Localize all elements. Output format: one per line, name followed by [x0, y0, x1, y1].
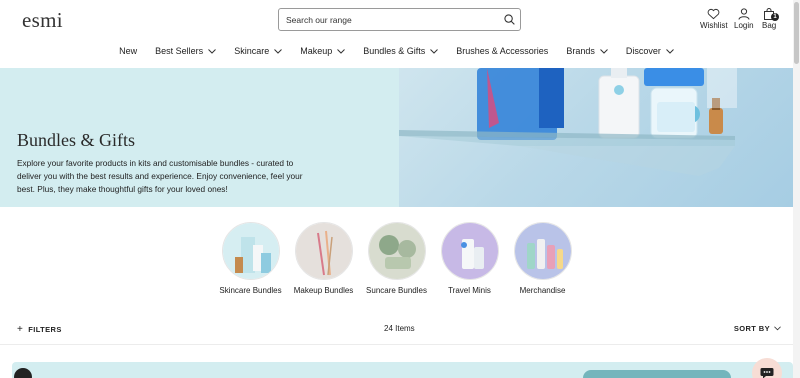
category-skincare-bundles[interactable]: Skincare Bundles: [214, 222, 287, 295]
chevron-down-icon: [274, 48, 283, 54]
bag-label: Bag: [762, 21, 777, 30]
search-input[interactable]: [286, 14, 498, 25]
category-merchandise[interactable]: Merchandise: [506, 222, 579, 295]
nav-label: Discover: [625, 46, 661, 56]
category-image[interactable]: [513, 222, 572, 280]
category-image[interactable]: [440, 222, 499, 280]
category-label: Makeup Bundles: [293, 286, 354, 295]
nav-label: New: [119, 46, 138, 56]
bag-count-badge: 1: [771, 13, 779, 21]
wishlist-label: Wishlist: [700, 21, 728, 30]
nav-item-discover[interactable]: Discover: [617, 45, 683, 57]
toolbar-divider: [0, 344, 793, 345]
nav-item-brands[interactable]: Brands: [557, 45, 617, 57]
chevron-down-icon: [666, 48, 674, 54]
hero-image: [399, 68, 793, 207]
heart-icon: [707, 8, 720, 20]
hero-description: Explore your favorite products in kits a…: [17, 158, 303, 194]
nav-item-brushes-accessories[interactable]: Brushes & Accessories: [447, 45, 557, 57]
main-nav: New Best Sellers Skincare Makeup Bundles…: [0, 45, 793, 57]
sort-by-button[interactable]: SORT BY: [734, 324, 781, 333]
chat-button[interactable]: [752, 358, 782, 378]
bag-link[interactable]: 1 Bag: [762, 8, 779, 30]
nav-label: Bundles & Gifts: [363, 46, 426, 56]
search-bar[interactable]: [278, 8, 521, 31]
wishlist-link[interactable]: Wishlist: [700, 8, 728, 30]
search-icon[interactable]: [498, 9, 520, 30]
filters-label: FILTERS: [28, 325, 62, 334]
login-label: Login: [734, 21, 754, 30]
login-link[interactable]: Login: [734, 8, 754, 30]
site-logo[interactable]: esmi: [22, 8, 63, 33]
promo-cta-button[interactable]: [583, 370, 731, 378]
page-title: Bundles & Gifts: [17, 130, 136, 150]
nav-item-best-sellers[interactable]: Best Sellers: [146, 45, 225, 57]
chat-icon: [760, 368, 774, 378]
nav-item-new[interactable]: New: [110, 45, 146, 57]
product-toolbar: + FILTERS 24 Items SORT BY: [0, 322, 793, 336]
chevron-down-icon: [337, 48, 346, 54]
hero-text-panel: Bundles & Gifts Explore your favorite pr…: [0, 68, 399, 207]
category-suncare-bundles[interactable]: Suncare Bundles: [360, 222, 433, 295]
nav-label: Brushes & Accessories: [456, 46, 549, 56]
chevron-down-icon: [430, 48, 439, 54]
category-makeup-bundles[interactable]: Makeup Bundles: [287, 222, 360, 295]
scrollbar-thumb[interactable]: [794, 2, 799, 64]
hero-banner: Bundles & Gifts Explore your favorite pr…: [0, 68, 793, 207]
category-image[interactable]: [221, 222, 280, 280]
chevron-down-icon: [208, 48, 217, 54]
nav-item-makeup[interactable]: Makeup: [291, 45, 354, 57]
nav-label: Best Sellers: [155, 46, 204, 56]
category-image[interactable]: [294, 222, 353, 280]
category-label: Suncare Bundles: [366, 286, 427, 295]
category-label: Skincare Bundles: [219, 286, 282, 295]
items-count: 24 Items: [384, 324, 415, 333]
nav-item-bundles-gifts[interactable]: Bundles & Gifts: [354, 45, 447, 57]
nav-label: Makeup: [300, 46, 333, 56]
chevron-down-icon: [774, 326, 781, 331]
category-list: Skincare Bundles Makeup Bundles Suncare …: [0, 222, 793, 295]
page-scrollbar[interactable]: [793, 0, 800, 378]
category-label: Merchandise: [519, 286, 566, 295]
nav-item-skincare[interactable]: Skincare: [225, 45, 291, 57]
user-icon: [738, 8, 750, 20]
chevron-down-icon: [599, 48, 608, 54]
category-travel-minis[interactable]: Travel Minis: [433, 222, 506, 295]
category-image[interactable]: [367, 222, 426, 280]
nav-label: Brands: [566, 46, 595, 56]
nav-label: Skincare: [234, 46, 270, 56]
filters-button[interactable]: + FILTERS: [17, 324, 62, 335]
category-label: Travel Minis: [448, 286, 491, 295]
sort-by-label: SORT BY: [733, 324, 770, 333]
plus-icon: +: [17, 324, 24, 335]
